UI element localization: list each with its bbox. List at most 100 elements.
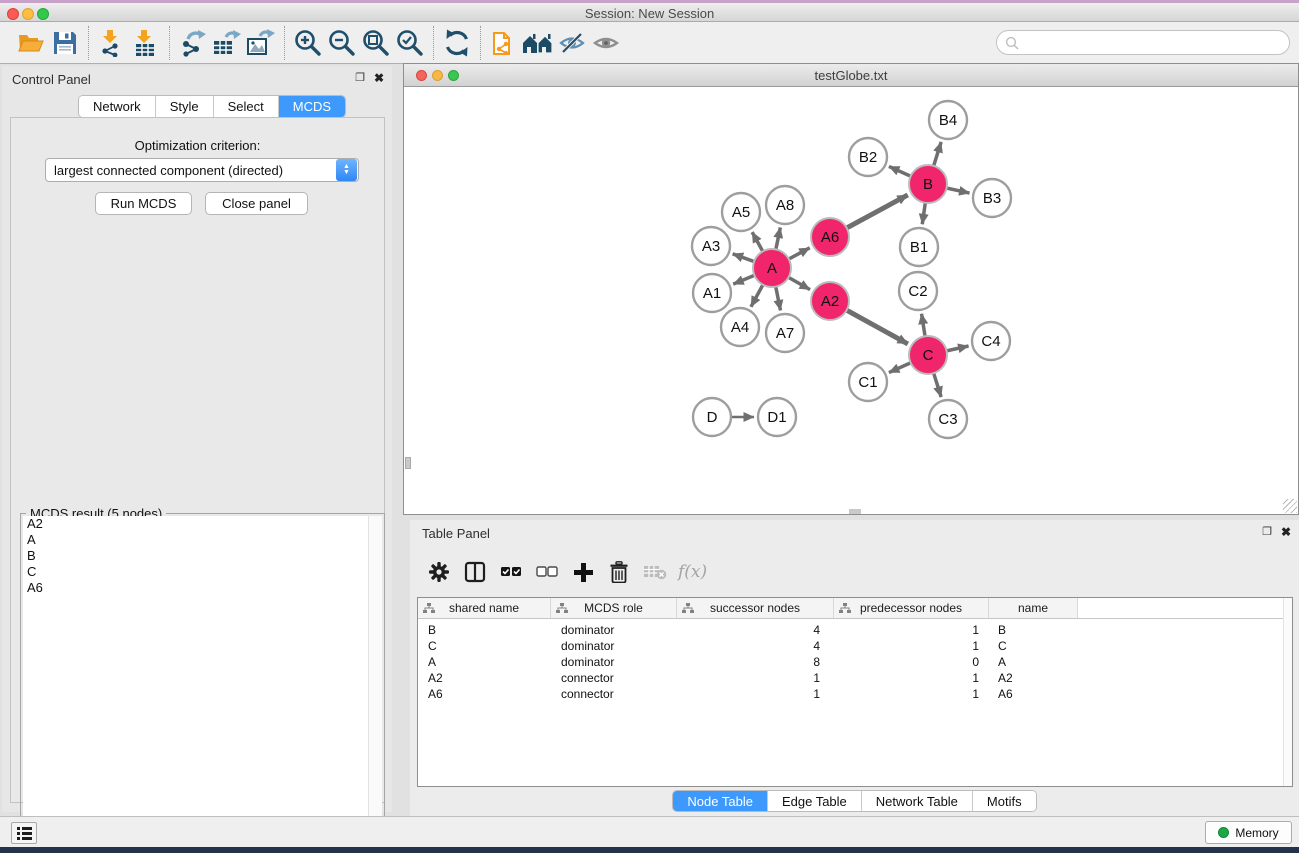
refresh-icon[interactable] xyxy=(440,27,474,59)
table-cell[interactable]: 1 xyxy=(677,686,834,702)
tab-node-table[interactable]: Node Table xyxy=(673,791,768,811)
new-network-from-selection-icon[interactable] xyxy=(487,27,521,59)
export-network-icon[interactable] xyxy=(176,27,210,59)
optimization-criterion-select[interactable]: largest connected component (directed) ▲… xyxy=(45,158,359,182)
table-row[interactable]: Adominator80A xyxy=(418,654,1292,670)
unselect-all-columns-icon[interactable] xyxy=(534,559,560,585)
result-list-scrollbar[interactable] xyxy=(368,516,382,849)
table-cell[interactable]: C xyxy=(418,638,551,654)
table-cell[interactable]: A2 xyxy=(418,670,551,686)
function-builder-icon[interactable]: f(x) xyxy=(678,562,707,582)
table-cell[interactable]: connector xyxy=(551,686,677,702)
table-cell[interactable]: 0 xyxy=(834,654,989,670)
network-node[interactable]: B2 xyxy=(849,138,887,176)
show-columns-icon[interactable] xyxy=(462,559,488,585)
result-list-item[interactable]: B xyxy=(23,548,382,564)
import-network-icon[interactable] xyxy=(95,27,129,59)
task-history-button[interactable] xyxy=(11,822,37,844)
float-panel-icon[interactable]: ❐ xyxy=(355,73,365,84)
table-settings-gear-icon[interactable] xyxy=(426,559,452,585)
result-list-item[interactable]: A xyxy=(23,532,382,548)
save-session-icon[interactable] xyxy=(48,27,82,59)
table-cell[interactable]: A xyxy=(989,654,1078,670)
search-field[interactable] xyxy=(996,30,1290,55)
table-row[interactable]: A2connector11A2 xyxy=(418,670,1292,686)
table-cell[interactable]: 4 xyxy=(677,638,834,654)
network-node[interactable]: C xyxy=(909,336,947,374)
tab-network[interactable]: Network xyxy=(79,96,156,117)
table-cell[interactable]: A2 xyxy=(989,670,1078,686)
network-node[interactable]: C4 xyxy=(972,322,1010,360)
network-node[interactable]: B4 xyxy=(929,101,967,139)
close-panel-icon[interactable]: ✖ xyxy=(374,72,384,84)
open-session-icon[interactable] xyxy=(14,27,48,59)
table-cell[interactable]: 1 xyxy=(677,670,834,686)
tab-edge-table[interactable]: Edge Table xyxy=(768,791,862,811)
table-cell[interactable]: B xyxy=(418,622,551,638)
tab-network-table[interactable]: Network Table xyxy=(862,791,973,811)
network-node[interactable]: B xyxy=(909,165,947,203)
table-cell[interactable]: 1 xyxy=(834,622,989,638)
zoom-selected-icon[interactable] xyxy=(393,27,427,59)
export-image-icon[interactable] xyxy=(244,27,278,59)
table-scrollbar[interactable] xyxy=(1283,598,1292,786)
network-node[interactable]: A2 xyxy=(811,282,849,320)
network-node[interactable]: B3 xyxy=(973,179,1011,217)
network-node[interactable]: A5 xyxy=(722,193,760,231)
table-row[interactable]: Bdominator41B xyxy=(418,622,1292,638)
close-panel-icon[interactable]: ✖ xyxy=(1281,526,1291,538)
table-cell[interactable]: dominator xyxy=(551,622,677,638)
table-cell[interactable]: 8 xyxy=(677,654,834,670)
tab-motifs[interactable]: Motifs xyxy=(973,791,1036,811)
result-list-item[interactable]: C xyxy=(23,564,382,580)
table-cell[interactable]: 1 xyxy=(834,686,989,702)
table-cell[interactable]: dominator xyxy=(551,638,677,654)
two-houses-icon[interactable] xyxy=(521,27,555,59)
close-panel-button[interactable]: Close panel xyxy=(205,192,308,215)
tab-select[interactable]: Select xyxy=(214,96,279,117)
network-node[interactable]: C1 xyxy=(849,363,887,401)
network-node[interactable]: A8 xyxy=(766,186,804,224)
table-cell[interactable]: B xyxy=(989,622,1078,638)
memory-button[interactable]: Memory xyxy=(1205,821,1292,844)
zoom-fit-icon[interactable] xyxy=(359,27,393,59)
run-mcds-button[interactable]: Run MCDS xyxy=(95,192,192,215)
table-row[interactable]: A6connector11A6 xyxy=(418,686,1292,702)
table-cell[interactable]: 1 xyxy=(834,670,989,686)
network-node[interactable]: C2 xyxy=(899,272,937,310)
network-node[interactable]: A1 xyxy=(693,274,731,312)
search-input[interactable] xyxy=(1019,35,1289,50)
network-node[interactable]: A4 xyxy=(721,308,759,346)
table-cell[interactable]: A6 xyxy=(989,686,1078,702)
tab-mcds[interactable]: MCDS xyxy=(279,96,345,117)
window-resize-grip[interactable] xyxy=(1283,499,1297,513)
table-cell[interactable]: A xyxy=(418,654,551,670)
float-panel-icon[interactable]: ❐ xyxy=(1262,527,1272,538)
result-list-item[interactable]: A6 xyxy=(23,580,382,596)
table-cell[interactable]: C xyxy=(989,638,1078,654)
select-all-columns-icon[interactable] xyxy=(498,559,524,585)
network-node[interactable]: B1 xyxy=(900,228,938,266)
table-cell[interactable]: A6 xyxy=(418,686,551,702)
result-list-item[interactable]: A2 xyxy=(23,516,382,532)
delete-column-trash-icon[interactable] xyxy=(606,559,632,585)
column-header-shared-name[interactable]: shared name xyxy=(418,598,551,618)
table-cell[interactable]: 4 xyxy=(677,622,834,638)
delete-table-icon[interactable] xyxy=(642,559,668,585)
network-node[interactable]: D xyxy=(693,398,731,436)
table-cell[interactable]: 1 xyxy=(834,638,989,654)
network-node[interactable]: D1 xyxy=(758,398,796,436)
show-eye-icon[interactable] xyxy=(589,27,623,59)
network-node[interactable]: A3 xyxy=(692,227,730,265)
tab-style[interactable]: Style xyxy=(156,96,214,117)
network-canvas[interactable]: AA1A2A3A4A5A6A7A8BB1B2B3B4CC1C2C3C4DD1 xyxy=(405,88,1297,514)
column-header-predecessor-nodes[interactable]: predecessor nodes xyxy=(834,598,989,618)
table-cell[interactable]: dominator xyxy=(551,654,677,670)
network-node[interactable]: A6 xyxy=(811,218,849,256)
column-header-mcds-role[interactable]: MCDS role xyxy=(551,598,677,618)
hide-eye-icon[interactable] xyxy=(555,27,589,59)
zoom-out-icon[interactable] xyxy=(325,27,359,59)
column-header-name[interactable]: name xyxy=(989,598,1078,618)
export-table-icon[interactable] xyxy=(210,27,244,59)
network-node[interactable]: A xyxy=(753,249,791,287)
